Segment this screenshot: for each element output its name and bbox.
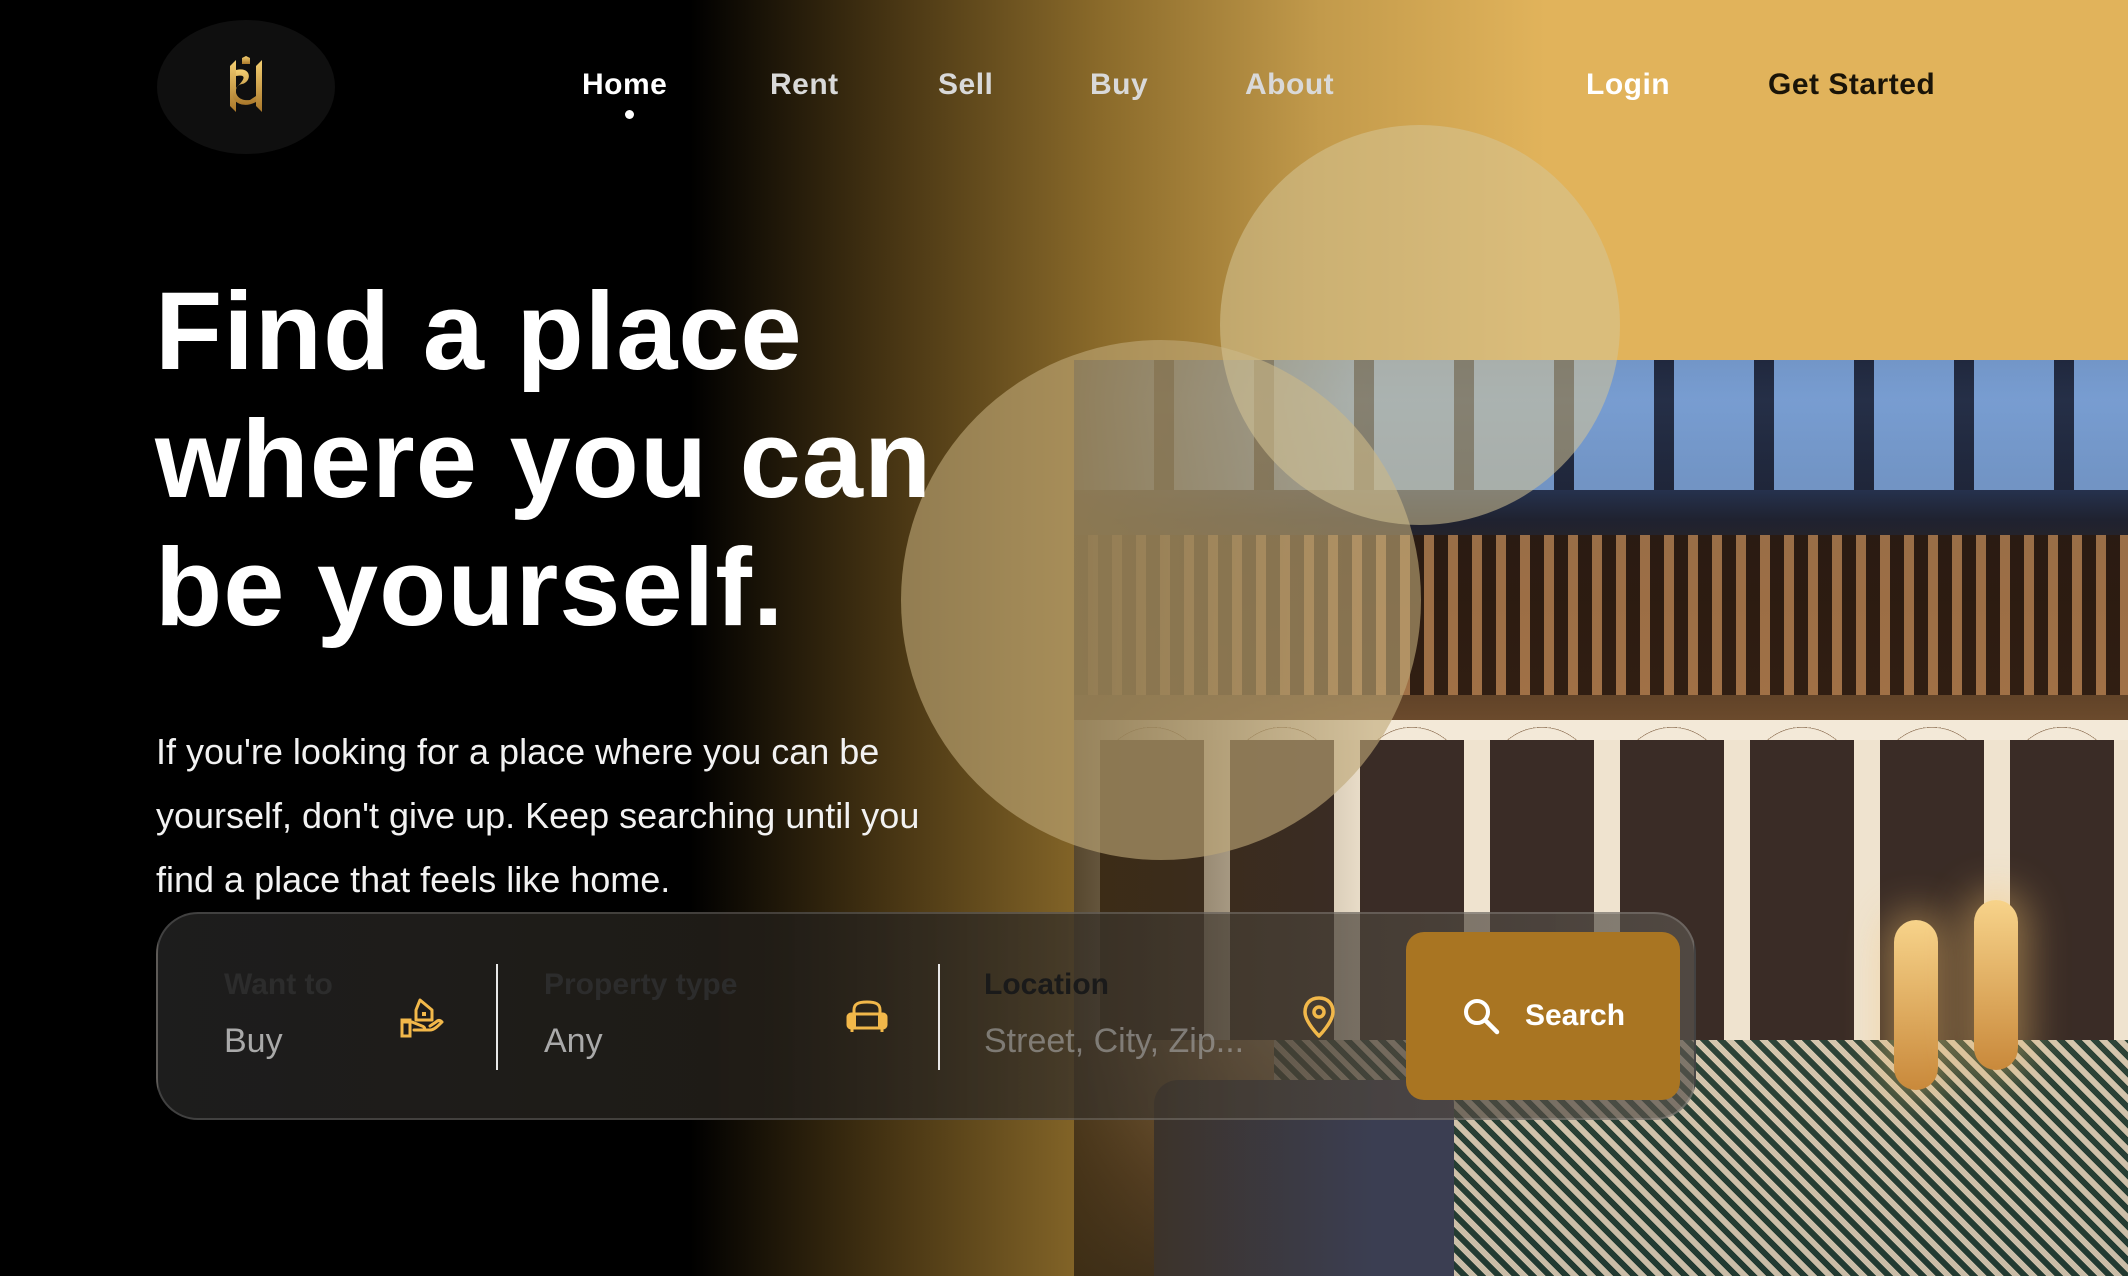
hero-subtitle-line: find a place that feels like home.: [156, 859, 671, 900]
hero-title-line: be yourself.: [155, 526, 785, 649]
get-started-button[interactable]: Get Started: [1768, 68, 1935, 102]
login-link[interactable]: Login: [1586, 68, 1670, 102]
field-divider: [496, 964, 498, 1070]
location-input[interactable]: Street, City, Zip...: [984, 1022, 1244, 1061]
search-icon: [1463, 999, 1500, 1035]
want-to-value[interactable]: Buy: [224, 1022, 283, 1061]
search-button-label: Search: [1524, 999, 1626, 1032]
location-label: Location: [984, 968, 1109, 1001]
nav-home[interactable]: Home: [582, 68, 667, 102]
decorative-circle: [1220, 125, 1620, 525]
sofa-icon: [846, 1000, 888, 1032]
nav-about[interactable]: About: [1245, 68, 1334, 102]
monogram-logo-icon: [230, 56, 262, 112]
search-button[interactable]: Search: [1406, 932, 1680, 1100]
property-type-value[interactable]: Any: [544, 1022, 603, 1061]
want-to-label: Want to: [224, 968, 333, 1001]
nav-buy[interactable]: Buy: [1090, 68, 1148, 102]
photo-lamp: [1894, 920, 1938, 1090]
hero-title: Find a place where you can be yourself.: [155, 268, 1055, 652]
hero-title-line: Find a place: [155, 270, 803, 393]
hero-title-line: where you can: [155, 398, 933, 521]
hero-subtitle: If you're looking for a place where you …: [156, 720, 1056, 912]
hero-subtitle-line: If you're looking for a place where you …: [156, 731, 880, 772]
hand-house-icon: [400, 998, 444, 1038]
hero-subtitle-line: yourself, don't give up. Keep searching …: [156, 795, 920, 836]
nav-active-indicator: [625, 110, 634, 119]
logo[interactable]: [157, 20, 335, 154]
photo-lamp: [1974, 900, 2018, 1070]
property-type-label: Property type: [544, 968, 738, 1001]
nav-rent[interactable]: Rent: [770, 68, 839, 102]
property-search-bar: Want to Buy Property type Any Location S…: [156, 912, 1696, 1120]
map-pin-icon: [1303, 996, 1335, 1038]
nav-sell[interactable]: Sell: [938, 68, 993, 102]
field-divider: [938, 964, 940, 1070]
